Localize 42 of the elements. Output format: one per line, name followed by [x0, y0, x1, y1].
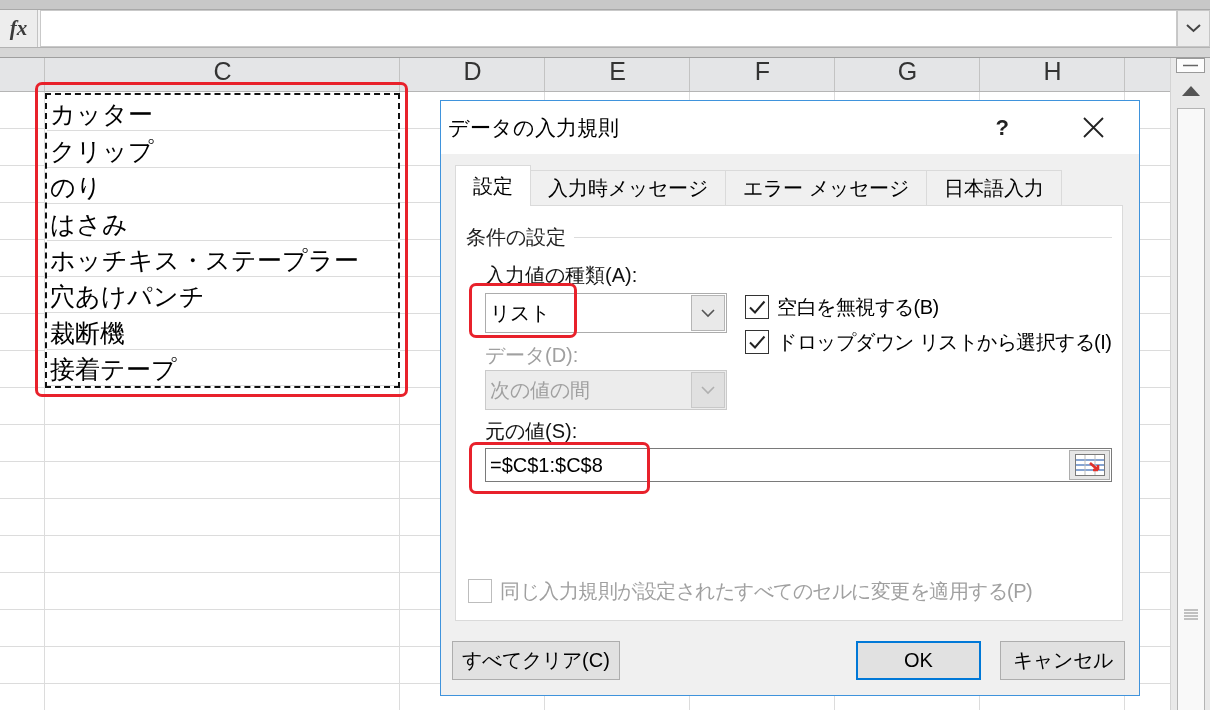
- table-cell: クリップ: [47, 131, 398, 168]
- tab[interactable]: 設定: [455, 165, 531, 206]
- dialog-button[interactable]: すべてクリア(C): [452, 641, 620, 680]
- checkbox[interactable]: [745, 329, 769, 354]
- help-button[interactable]: ?: [995, 115, 1009, 140]
- group-title: 条件の設定: [466, 226, 566, 248]
- scrollbar-thumb[interactable]: [1176, 108, 1205, 710]
- source-input[interactable]: =$C$1:$C$8: [485, 448, 1112, 482]
- checkbox-label: 同じ入力規則が設定されたすべてのセルに変更を適用する(P): [500, 580, 1033, 602]
- checkbox-label: 空白を無視する(B): [777, 295, 939, 318]
- table-cell: はさみ: [47, 204, 398, 241]
- column-header[interactable]: C: [213, 58, 232, 82]
- chevron-down-icon[interactable]: [1177, 10, 1210, 47]
- field-label: データ(D):: [485, 344, 579, 366]
- dialog-button[interactable]: キャンセル: [1000, 641, 1125, 680]
- split-box-icon[interactable]: [1176, 58, 1205, 73]
- field-label: 元の値(S):: [485, 421, 578, 441]
- table-cell: 接着テープ: [47, 349, 398, 386]
- dialog-title: データの入力規則: [448, 115, 620, 140]
- column-header[interactable]: H: [1043, 58, 1062, 82]
- table-cell: 裁断機: [47, 313, 398, 350]
- column-header[interactable]: G: [897, 58, 918, 82]
- column-header[interactable]: F: [754, 58, 771, 82]
- checkbox-label: ドロップダウン リストから選択する(I): [777, 330, 1112, 353]
- table-cell: カッター: [47, 95, 398, 132]
- column-header[interactable]: D: [463, 58, 482, 82]
- range-select-button[interactable]: [1069, 450, 1110, 480]
- table-cell: 穴あけパンチ: [47, 276, 398, 314]
- type-dropdown[interactable]: リスト: [485, 293, 727, 333]
- column-header[interactable]: E: [609, 58, 626, 82]
- dialog-button[interactable]: OK: [856, 641, 981, 680]
- triangle-up-icon[interactable]: [1181, 86, 1200, 96]
- table-cell: ホッチキス・ステープラー: [47, 240, 398, 277]
- insert-function-button[interactable]: fx: [0, 10, 38, 47]
- formula-input[interactable]: [40, 10, 1177, 47]
- grip-icon: [1183, 609, 1198, 620]
- tab[interactable]: 日本語入力: [925, 170, 1062, 205]
- checkbox[interactable]: [745, 294, 769, 319]
- chevron-down-icon: [691, 372, 725, 408]
- chevron-down-icon: [691, 295, 725, 331]
- close-icon[interactable]: [1083, 117, 1104, 138]
- table-cell: のり: [47, 167, 398, 205]
